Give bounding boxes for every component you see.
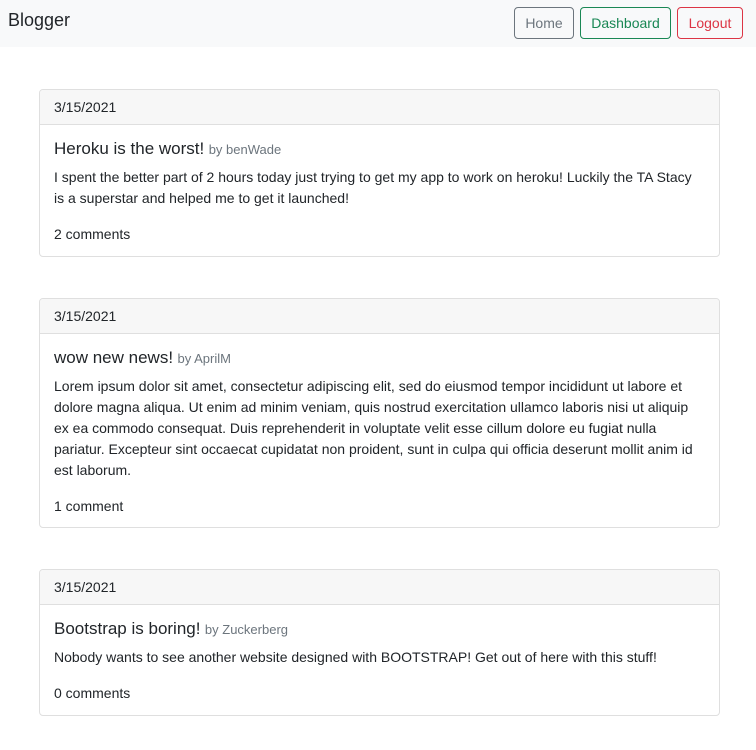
navbar: Blogger Home Dashboard Logout: [0, 0, 756, 47]
post-card: 3/15/2021 Bootstrap is boring! by Zucker…: [39, 569, 720, 716]
post-body: Heroku is the worst! by benWade I spent …: [40, 125, 719, 243]
post-title[interactable]: wow new news!: [54, 348, 173, 367]
post-date: 3/15/2021: [40, 90, 719, 125]
post-title-line: Bootstrap is boring! by Zuckerberg: [54, 617, 705, 642]
post-card: 3/15/2021 wow new news! by AprilM Lorem …: [39, 298, 720, 528]
post-date: 3/15/2021: [40, 570, 719, 605]
post-author: by AprilM: [177, 351, 231, 366]
dashboard-button[interactable]: Dashboard: [580, 7, 671, 39]
post-card: 3/15/2021 Heroku is the worst! by benWad…: [39, 89, 720, 257]
post-comments-link[interactable]: 0 comments: [54, 684, 705, 702]
brand-title[interactable]: Blogger: [8, 9, 70, 31]
post-body: Bootstrap is boring! by Zuckerberg Nobod…: [40, 605, 719, 702]
post-author: by Zuckerberg: [204, 622, 289, 637]
post-comments-link[interactable]: 1 comment: [54, 497, 705, 515]
post-body: wow new news! by AprilM Lorem ipsum dolo…: [40, 334, 719, 515]
post-title-line: wow new news! by AprilM: [54, 346, 705, 371]
post-content: Nobody wants to see another website desi…: [54, 649, 657, 665]
post-date: 3/15/2021: [40, 299, 719, 334]
home-button[interactable]: Home: [514, 7, 574, 39]
post-comments-link[interactable]: 2 comments: [54, 225, 705, 243]
post-content: I spent the better part of 2 hours today…: [54, 169, 692, 206]
post-title[interactable]: Heroku is the worst!: [54, 139, 204, 158]
post-title[interactable]: Bootstrap is boring!: [54, 619, 200, 638]
post-author: by benWade: [208, 142, 282, 157]
post-content: Lorem ipsum dolor sit amet, consectetur …: [54, 378, 693, 478]
nav-buttons: Home Dashboard Logout: [514, 7, 743, 39]
logout-button[interactable]: Logout: [677, 7, 743, 39]
post-title-line: Heroku is the worst! by benWade: [54, 137, 705, 162]
